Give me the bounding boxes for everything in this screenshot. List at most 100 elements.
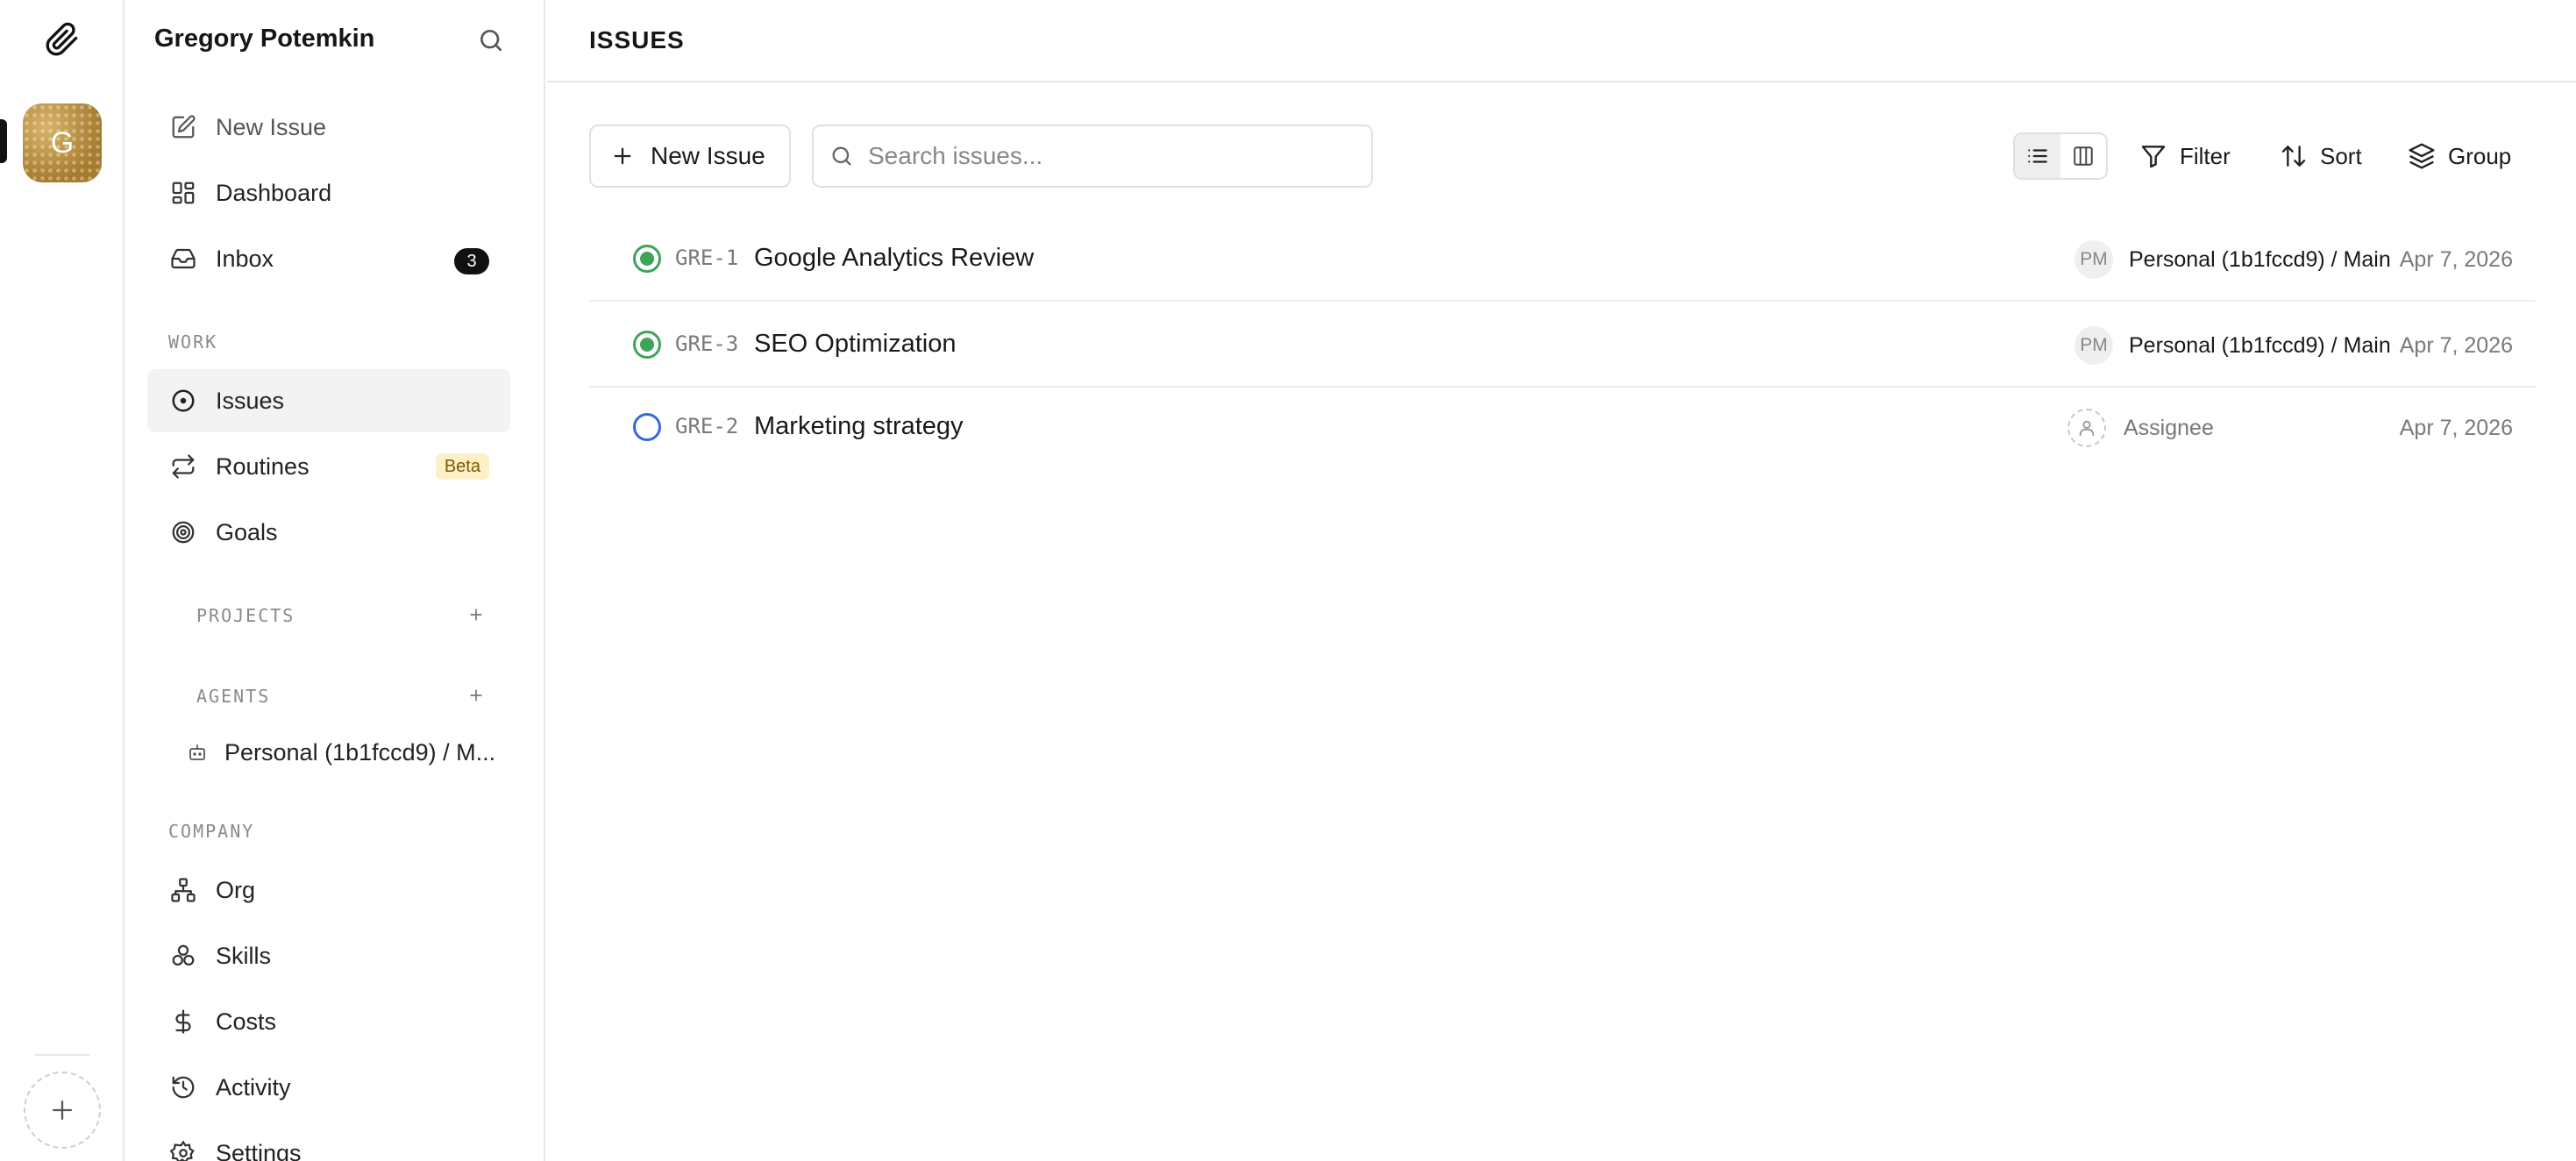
issue-row[interactable]: GRE-1 Google Analytics Review PM Persona… — [589, 216, 2536, 302]
add-agent-button[interactable] — [463, 682, 489, 709]
history-icon — [168, 1072, 198, 1102]
issue-date: Apr 7, 2026 — [2399, 247, 2513, 272]
sidebar-item-dashboard[interactable]: Dashboard — [147, 161, 510, 224]
sidebar-search-button[interactable] — [473, 23, 509, 58]
issue-title: SEO Optimization — [754, 330, 957, 358]
avatar-letter: G — [50, 125, 75, 160]
issue-key: GRE-1 — [675, 246, 739, 270]
top-bar: ISSUES — [547, 0, 2576, 82]
issue-project: Personal (1b1fccd9) / Main — [2129, 333, 2391, 358]
sidebar-item-label: Routines — [216, 452, 310, 480]
sidebar-item-label: New Issue — [216, 113, 327, 140]
issue-title: Google Analytics Review — [754, 244, 1035, 272]
search-icon — [480, 30, 502, 51]
assignee-placeholder[interactable]: Assignee — [2124, 416, 2214, 441]
section-label-projects: PROJECTS — [196, 605, 295, 626]
layers-icon — [2409, 143, 2435, 169]
sidebar-item-label: Org — [216, 876, 256, 903]
sidebar-item-org[interactable]: Org — [147, 858, 510, 922]
workspace-rail: G — [0, 0, 125, 1161]
gear-icon — [168, 1138, 198, 1161]
sidebar-item-label: Issues — [216, 387, 285, 414]
sidebar: Gregory Potemkin New Issue Dashboard Inb… — [126, 0, 545, 1161]
new-issue-label: New Issue — [651, 142, 765, 169]
skills-icon — [168, 941, 198, 971]
group-label: Group — [2448, 142, 2512, 169]
sidebar-item-label: Inbox — [216, 245, 274, 272]
sidebar-item-label: Costs — [216, 1008, 277, 1035]
sidebar-item-label: Goals — [216, 518, 278, 545]
issue-row[interactable]: GRE-3 SEO Optimization PM Personal (1b1f… — [589, 302, 2536, 388]
assignee-avatar[interactable]: PM — [2074, 240, 2113, 279]
board-view-button[interactable] — [2060, 134, 2106, 178]
plus-icon — [614, 147, 631, 165]
filter-label: Filter — [2180, 142, 2231, 169]
user-icon — [2079, 420, 2095, 437]
workspace-name: Gregory Potemkin — [154, 25, 375, 53]
view-toggle — [2013, 132, 2108, 180]
sort-button[interactable]: Sort — [2280, 137, 2362, 175]
sidebar-item-costs[interactable]: Costs — [147, 990, 510, 1053]
target-icon — [168, 517, 198, 547]
inbox-icon — [168, 244, 198, 274]
sidebar-item-label: Settings — [216, 1139, 302, 1161]
paperclip-icon[interactable] — [40, 18, 84, 61]
status-todo-icon[interactable] — [633, 413, 661, 441]
status-done-icon[interactable] — [633, 245, 661, 273]
sidebar-item-new-issue[interactable]: New Issue — [147, 96, 510, 159]
page-title: ISSUES — [589, 26, 685, 53]
list-view-button[interactable] — [2015, 134, 2060, 178]
sidebar-item-skills[interactable]: Skills — [147, 924, 510, 987]
add-project-button[interactable] — [463, 602, 489, 628]
repeat-icon — [168, 452, 198, 481]
sidebar-item-label: Activity — [216, 1073, 291, 1100]
section-label-agents: AGENTS — [196, 686, 271, 707]
issue-date: Apr 7, 2026 — [2399, 333, 2513, 358]
sidebar-item-issues[interactable]: Issues — [147, 369, 510, 432]
active-workspace-indicator — [0, 119, 7, 163]
status-done-icon[interactable] — [633, 331, 661, 359]
rail-divider — [35, 1054, 89, 1056]
plus-icon — [52, 1100, 73, 1121]
assignee-avatar[interactable]: PM — [2074, 326, 2113, 365]
org-chart-icon — [168, 875, 198, 905]
issue-key: GRE-3 — [675, 331, 739, 356]
sidebar-item-activity[interactable]: Activity — [147, 1056, 510, 1119]
issue-key: GRE-2 — [675, 414, 739, 438]
sidebar-item-inbox[interactable]: Inbox 3 — [147, 227, 510, 290]
bot-icon — [186, 737, 209, 767]
sidebar-item-label: Personal (1b1fccd9) / M... — [224, 738, 496, 766]
section-label-company: COMPANY — [168, 821, 255, 842]
list-icon — [2028, 149, 2047, 163]
edit-icon — [168, 112, 198, 142]
beta-badge: Beta — [435, 453, 489, 480]
search-input[interactable] — [868, 142, 1359, 170]
search-icon — [832, 146, 851, 166]
section-label-work: WORK — [168, 331, 218, 353]
main-content: ISSUES New Issue Filter Sort Group GRE-1… — [547, 0, 2576, 1161]
issue-date: Apr 7, 2026 — [2399, 416, 2513, 440]
issue-project: Personal (1b1fccd9) / Main — [2129, 247, 2391, 272]
sidebar-item-routines[interactable]: Routines Beta — [147, 435, 510, 498]
dollar-icon — [168, 1007, 198, 1036]
sort-icon — [2281, 146, 2306, 167]
new-issue-button[interactable]: New Issue — [589, 125, 791, 188]
workspace-avatar[interactable]: G — [23, 103, 102, 182]
dashboard-icon — [168, 178, 198, 208]
group-button[interactable]: Group — [2408, 137, 2511, 175]
sort-label: Sort — [2320, 142, 2362, 169]
plus-icon — [470, 689, 482, 702]
sidebar-item-label: Skills — [216, 942, 272, 969]
filter-icon — [2141, 146, 2166, 168]
sidebar-item-agent[interactable]: Personal (1b1fccd9) / M... — [147, 721, 510, 784]
assignee-placeholder-avatar[interactable] — [2067, 409, 2106, 447]
add-workspace-button[interactable] — [24, 1072, 101, 1149]
circle-dot-icon — [168, 386, 198, 416]
sidebar-item-goals[interactable]: Goals — [147, 501, 510, 564]
sidebar-item-label: Dashboard — [216, 179, 332, 206]
inbox-count-badge: 3 — [454, 248, 489, 274]
sidebar-item-settings[interactable]: Settings — [147, 1122, 510, 1161]
issue-search — [812, 125, 1373, 188]
issue-row[interactable]: GRE-2 Marketing strategy Assignee Apr 7,… — [589, 384, 2536, 470]
filter-button[interactable]: Filter — [2139, 137, 2231, 175]
